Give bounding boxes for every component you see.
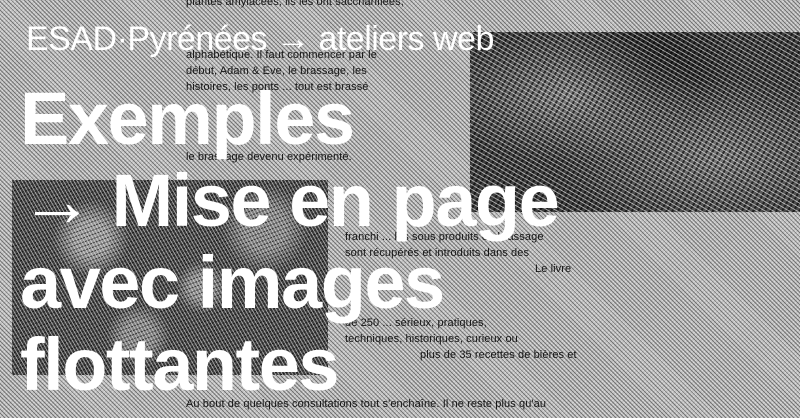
site-title[interactable]: ESAD·Pyrénées → ateliers web [26,18,494,60]
page-title-line: avec images [20,241,445,324]
page-title-line: Exemples [20,77,355,160]
page-title: Exemples → Mise en page avec images flot… [20,77,560,406]
page-canvas: plantes amylacées, ils les ont saccharif… [0,0,800,418]
article-line: plantes amylacées, ils les ont saccharif… [186,0,404,8]
page-title-line: flottantes [20,323,340,406]
page-title-line: → Mise en page [20,159,560,242]
